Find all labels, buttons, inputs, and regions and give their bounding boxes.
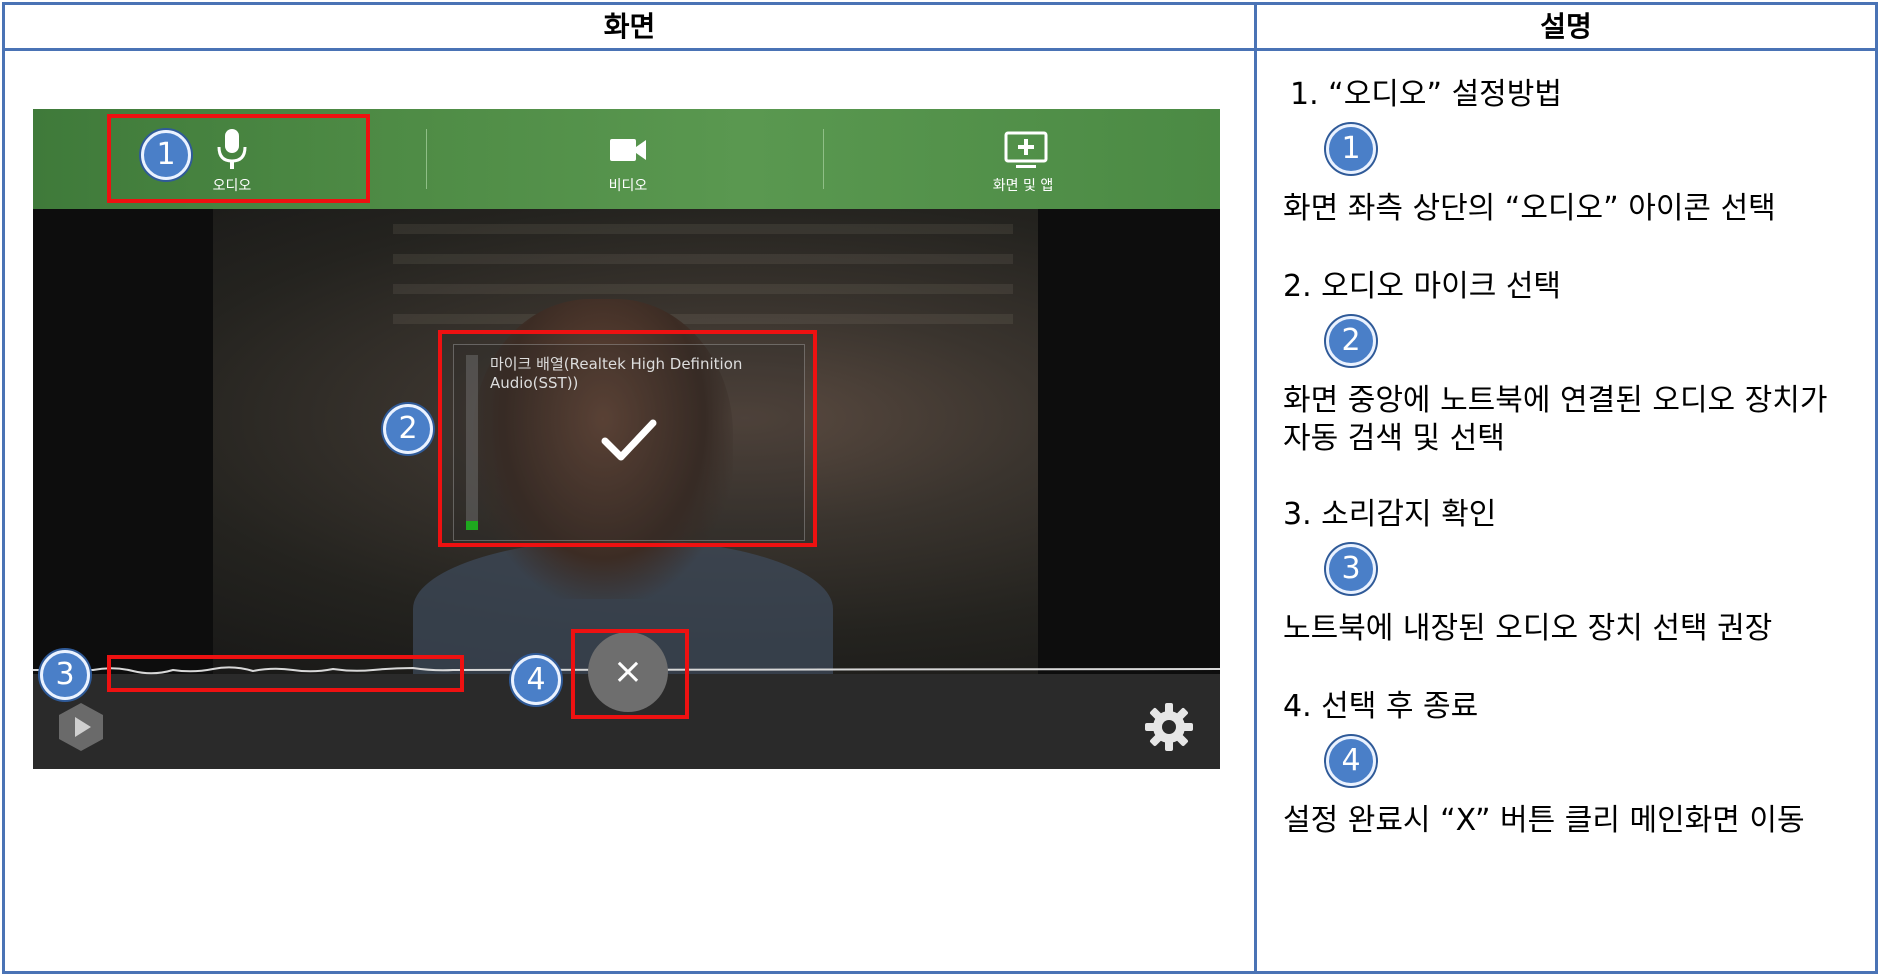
highlight-close-button (571, 629, 689, 719)
desc-badge-4: 4 (1326, 736, 1376, 786)
step-2-title: 2. 오디오 마이크 선택 (1283, 269, 1562, 304)
highlight-waveform (107, 655, 464, 692)
tab-screen-and-apps[interactable]: 화면 및 앱 (893, 109, 1153, 209)
header-description: 설명 (1540, 10, 1592, 43)
step-badge-4: 4 (511, 655, 561, 705)
window-blind (393, 314, 1013, 324)
app-logo-icon (59, 703, 103, 751)
window-blind (393, 254, 1013, 264)
step-4-text: 설정 완료시 “X” 버튼 클리 메인화면 이동 (1283, 803, 1805, 838)
step-badge-3: 3 (40, 650, 90, 700)
step-3-title: 3. 소리감지 확인 (1283, 497, 1497, 532)
step-4-title: 4. 선택 후 종료 (1283, 689, 1479, 724)
column-divider (1254, 5, 1257, 971)
step-2-text: 화면 중앙에 노트북에 연결된 오디오 장치가 자동 검색 및 선택 (1283, 383, 1828, 456)
desc-badge-2: 2 (1326, 316, 1376, 366)
tab-video[interactable]: 비디오 (498, 109, 758, 209)
header-screen: 화면 (603, 10, 656, 43)
tab-screen-label: 화면 및 앱 (992, 178, 1054, 194)
screen-share-icon (1004, 131, 1048, 168)
desc-badge-3: 3 (1326, 544, 1376, 594)
step-badge-2: 2 (383, 404, 433, 454)
table-header: 화면 설명 (5, 5, 1875, 51)
tab-video-label: 비디오 (608, 178, 648, 194)
toolbar-divider (823, 129, 824, 189)
video-camera-icon (610, 139, 646, 161)
desc-badge-1: 1 (1326, 124, 1376, 174)
toolbar-divider (426, 129, 427, 189)
video-dark-right (1038, 209, 1220, 674)
window-blind (393, 224, 1013, 234)
step-1-text: 화면 좌측 상단의 “오디오” 아이콘 선택 (1283, 191, 1776, 226)
step-badge-1: 1 (141, 130, 191, 180)
step-1-title: 1. “오디오” 설정방법 (1290, 77, 1562, 112)
gear-icon[interactable] (1141, 699, 1197, 755)
highlight-mic-panel (438, 330, 817, 547)
window-blind (393, 284, 1013, 294)
step-3-text: 노트북에 내장된 오디오 장치 선택 권장 (1283, 611, 1773, 646)
video-dark-left (33, 209, 213, 674)
